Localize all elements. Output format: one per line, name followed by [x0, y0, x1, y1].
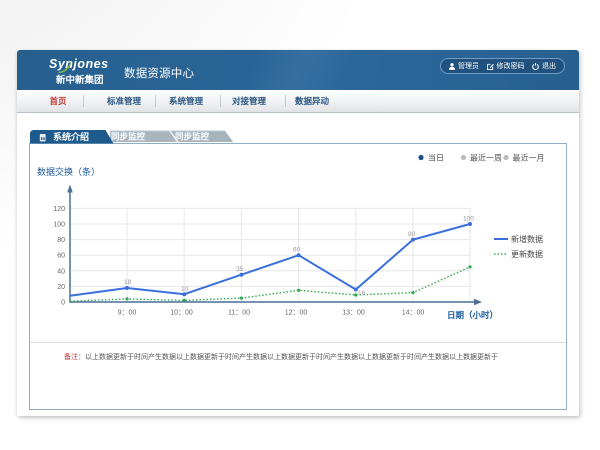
svg-text:60: 60 [57, 253, 65, 260]
svg-text:11：00: 11：00 [228, 310, 250, 317]
svg-text:最近一月: 最近一月 [513, 153, 545, 163]
svg-text:更新数据: 更新数据 [511, 249, 543, 259]
svg-text:0: 0 [61, 300, 65, 307]
svg-text:9：00: 9：00 [118, 310, 137, 317]
svg-text:40: 40 [57, 268, 65, 275]
svg-text:100: 100 [53, 222, 65, 229]
svg-text:80: 80 [57, 237, 65, 244]
svg-text:10: 10 [181, 286, 189, 293]
svg-text:同步监控: 同步监控 [111, 132, 146, 142]
svg-text:最近一周: 最近一周 [470, 153, 502, 163]
svg-text:100: 100 [463, 216, 474, 223]
svg-text:日期（小时）: 日期（小时） [447, 310, 498, 320]
svg-text:系统介绍: 系统介绍 [53, 131, 89, 142]
svg-text:120: 120 [53, 206, 65, 213]
svg-text:20: 20 [57, 284, 65, 291]
svg-text:80: 80 [408, 231, 416, 238]
svg-text:10：00: 10：00 [170, 310, 193, 317]
svg-text:数据交换（条）: 数据交换（条） [37, 166, 100, 177]
svg-text:同步监控: 同步监控 [175, 132, 210, 142]
svg-text:16: 16 [358, 290, 366, 297]
svg-text:13：00: 13：00 [342, 310, 365, 317]
svg-text:18: 18 [124, 279, 132, 286]
svg-text:12：00: 12：00 [285, 310, 308, 317]
svg-text:新增数据: 新增数据 [511, 234, 543, 244]
svg-text:35: 35 [236, 266, 244, 273]
svg-text:60: 60 [293, 247, 301, 254]
svg-text:当日: 当日 [428, 153, 444, 163]
svg-text:14：00: 14：00 [402, 310, 425, 317]
